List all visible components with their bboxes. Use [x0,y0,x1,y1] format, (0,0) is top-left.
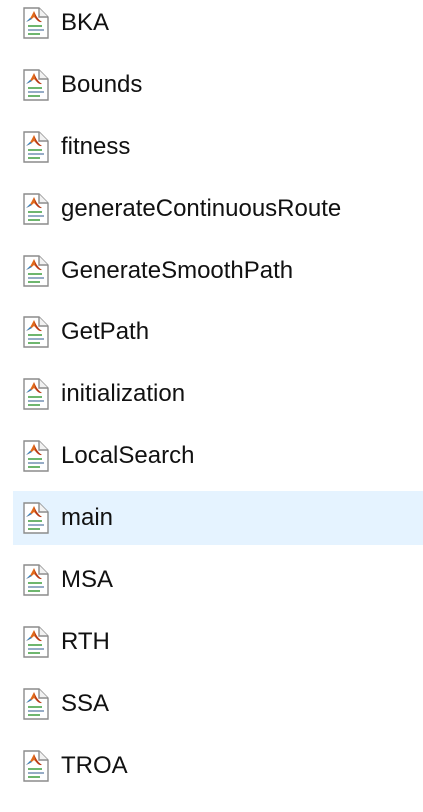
matlab-script-icon [22,440,50,472]
file-row[interactable]: TROA [13,739,423,793]
matlab-script-icon [22,316,50,348]
matlab-script-icon [22,750,50,782]
matlab-script-icon [22,131,50,163]
file-row[interactable]: fitness [13,120,423,174]
file-row-selected[interactable]: main [13,491,423,545]
file-name: GetPath [61,318,150,345]
file-name: generateContinuousRoute [61,195,342,222]
file-name: SSA [61,690,110,717]
file-name: RTH [61,628,110,655]
matlab-script-icon [22,502,50,534]
file-row[interactable]: BKA [13,0,423,50]
matlab-script-icon [22,378,50,410]
file-name: TROA [61,752,128,779]
file-name: BKA [61,9,110,36]
matlab-script-icon [22,255,50,287]
matlab-script-icon [22,626,50,658]
matlab-script-icon [22,69,50,101]
file-row[interactable]: GetPath [13,305,423,359]
matlab-script-icon [22,7,50,39]
file-row[interactable]: Bounds [13,58,423,112]
file-list: BKA Bounds fitness generateContinuousRou… [0,0,423,812]
file-name: main [61,504,114,531]
file-name: LocalSearch [61,442,195,469]
file-name: fitness [61,133,131,160]
file-row[interactable]: generateContinuousRoute [13,182,423,236]
file-row[interactable]: GenerateSmoothPath [13,244,423,298]
file-name: Bounds [61,71,143,98]
file-row[interactable]: LocalSearch [13,429,423,483]
file-name: initialization [61,380,186,407]
file-name: GenerateSmoothPath [61,257,294,284]
file-row[interactable]: RTH [13,615,423,669]
file-row[interactable]: initialization [13,367,423,421]
matlab-script-icon [22,688,50,720]
matlab-script-icon [22,564,50,596]
file-name: MSA [61,566,114,593]
file-row[interactable]: SSA [13,677,423,731]
file-row[interactable]: MSA [13,553,423,607]
matlab-script-icon [22,193,50,225]
